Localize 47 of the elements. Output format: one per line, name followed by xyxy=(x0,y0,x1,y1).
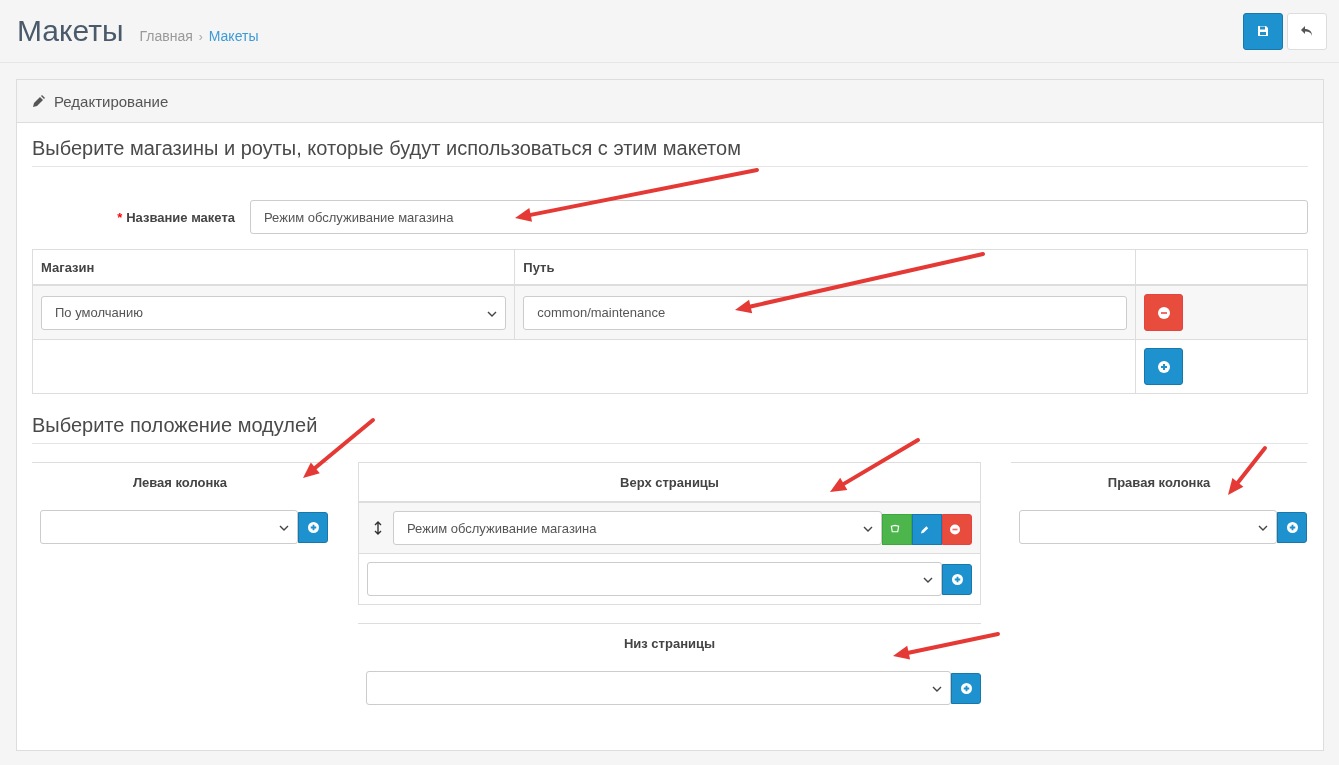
remove-button[interactable] xyxy=(942,513,972,545)
chevron-icon xyxy=(1258,525,1268,531)
breadcrumb-separator: › xyxy=(198,30,203,44)
panel-title: Редактирование xyxy=(54,92,169,110)
sort-arrows-icon[interactable] xyxy=(374,520,382,536)
add-module-button[interactable] xyxy=(1277,512,1307,543)
position-title: Левая колонка xyxy=(132,475,228,490)
reply-icon xyxy=(1300,25,1314,37)
plus-circle-icon xyxy=(1157,360,1170,373)
chevron-icon xyxy=(923,577,933,583)
pencil-icon xyxy=(920,523,930,535)
store-select[interactable]: По умолчанию xyxy=(41,295,507,330)
add-module-button[interactable] xyxy=(298,512,328,543)
back-button[interactable] xyxy=(1287,12,1327,50)
position-title: Правая колонка xyxy=(1107,475,1211,490)
position-title: Верх страницы xyxy=(620,475,719,490)
layout-name-field[interactable]: Режим обслуживание магазина xyxy=(250,200,1308,234)
chevron-icon xyxy=(279,525,289,531)
column-header: Магазин xyxy=(41,259,95,275)
section-heading: Выберите магазины и роуты, которые будут использоваться с этим макетом xyxy=(32,137,1308,167)
plus-circle-icon xyxy=(960,683,972,694)
plus-circle-icon xyxy=(307,522,319,533)
add-module-button[interactable] xyxy=(942,564,972,595)
save-icon xyxy=(1257,25,1269,37)
minus-circle-icon xyxy=(1157,306,1170,319)
required-mark: * xyxy=(117,209,123,225)
edit-button[interactable] xyxy=(912,513,942,545)
chevron-icon xyxy=(863,526,873,532)
add-module-button[interactable] xyxy=(951,673,981,704)
save-button[interactable] xyxy=(1243,12,1283,50)
module-button[interactable] xyxy=(882,513,912,545)
module-select[interactable]: Режим обслуживание магазина xyxy=(393,511,882,545)
position-title: Низ страницы xyxy=(623,636,716,651)
pencil-icon xyxy=(32,94,45,108)
add-button[interactable] xyxy=(1144,348,1184,385)
plus-circle-icon xyxy=(951,574,963,585)
chevron-icon xyxy=(932,686,942,692)
section-heading: Выберите положение модулей xyxy=(32,414,1308,444)
remove-button[interactable] xyxy=(1144,294,1184,331)
field-label: Название макета xyxy=(126,209,235,225)
chevron-icon xyxy=(487,310,498,317)
route-field[interactable]: common/maintenance xyxy=(523,295,1128,330)
minus-circle-icon xyxy=(950,523,960,535)
page-title: Макеты xyxy=(17,14,124,48)
plus-circle-icon xyxy=(1286,522,1298,533)
annotation-arrow xyxy=(1228,446,1267,495)
column-header: Путь xyxy=(523,259,555,275)
